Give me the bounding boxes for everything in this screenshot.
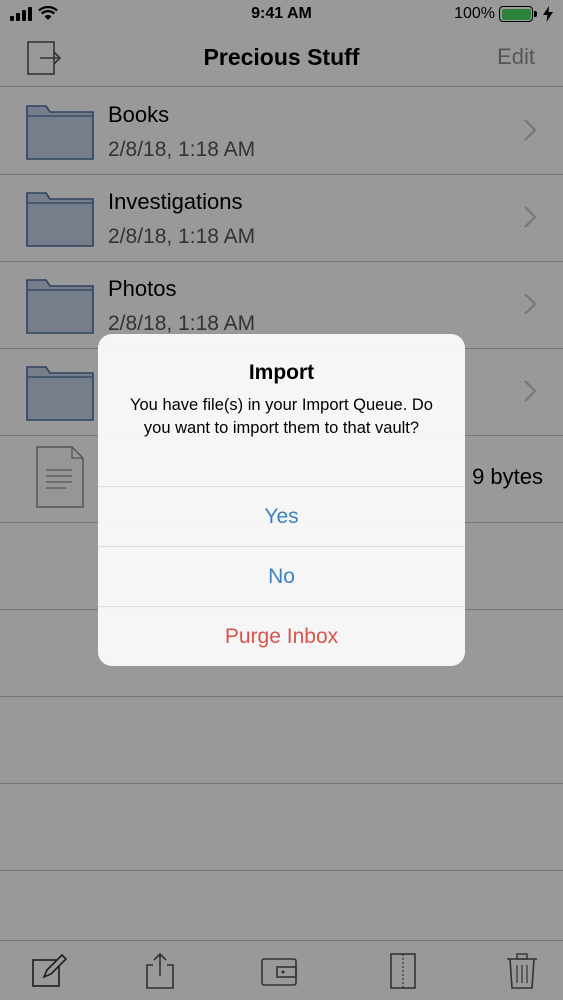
import-alert-dialog: Import You have file(s) in your Import Q… [98, 334, 465, 666]
alert-title: Import [248, 361, 315, 384]
alert-message: You have file(s) in your Import Queue. D… [130, 396, 433, 437]
no-button[interactable]: No [98, 546, 465, 606]
app-screen: 9:41 AM 100% Precious Stuff Edit Books 2… [0, 0, 563, 1000]
yes-button[interactable]: Yes [98, 486, 465, 546]
purge-inbox-button[interactable]: Purge Inbox [98, 606, 465, 666]
